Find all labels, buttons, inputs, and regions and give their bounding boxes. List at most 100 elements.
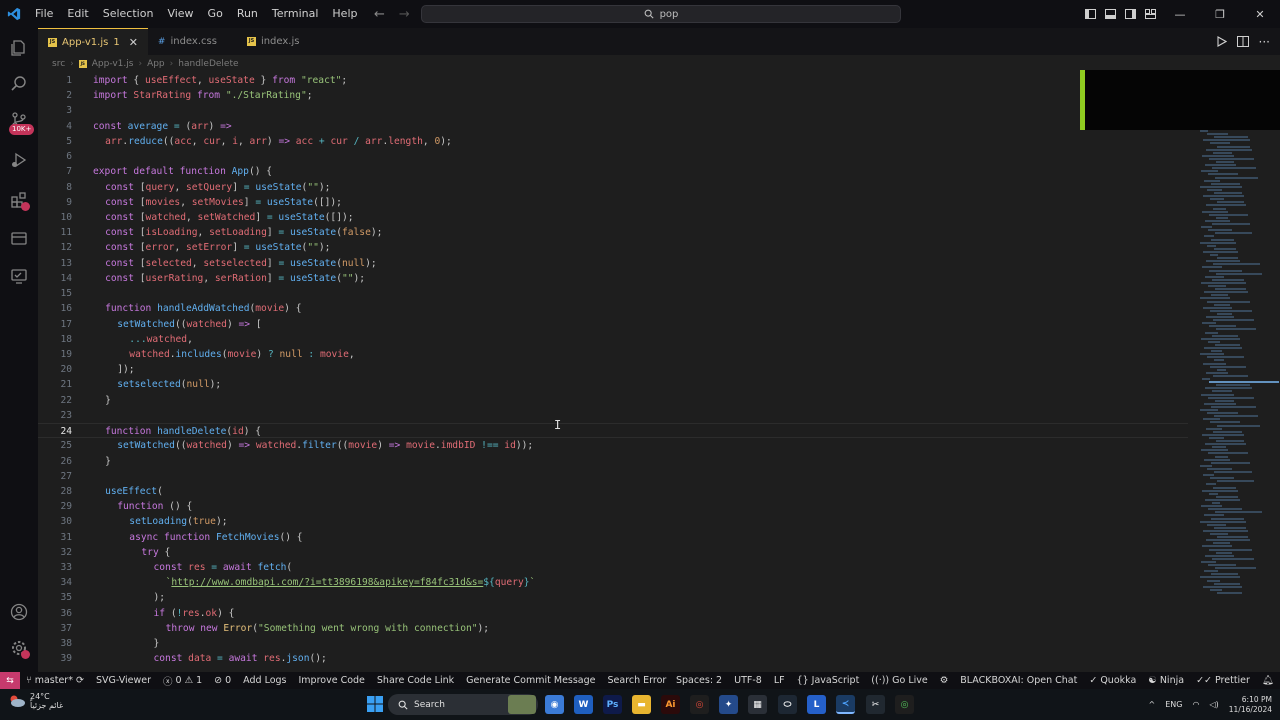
back-arrow-icon[interactable]: ←: [374, 7, 385, 22]
remote-explorer-icon[interactable]: [7, 226, 31, 250]
menu-help[interactable]: Help: [325, 0, 364, 28]
code-line[interactable]: 36 if (!res.ok) {: [38, 606, 1188, 621]
code-line[interactable]: 15: [38, 286, 1188, 301]
ninja-button[interactable]: ☯ Ninja: [1142, 675, 1190, 686]
menu-go[interactable]: Go: [201, 0, 230, 28]
settings-gear-icon[interactable]: [7, 636, 31, 660]
code-line[interactable]: 26}: [38, 454, 1188, 469]
chrome-app-icon[interactable]: ◎: [690, 695, 709, 714]
quokka-button[interactable]: ✓ Quokka: [1083, 675, 1142, 686]
run-file-icon[interactable]: [1216, 36, 1227, 47]
close-tab-icon[interactable]: ✕: [129, 36, 138, 49]
run-debug-icon[interactable]: [7, 148, 31, 172]
file-explorer-icon[interactable]: ▬: [632, 695, 651, 714]
chevron-up-icon[interactable]: ^: [1149, 700, 1156, 709]
menu-run[interactable]: Run: [230, 0, 265, 28]
problems-indicator[interactable]: ⓧ 0 ⚠ 1: [157, 674, 208, 688]
menu-file[interactable]: File: [28, 0, 60, 28]
more-actions-icon[interactable]: ···: [1259, 35, 1270, 49]
account-icon[interactable]: [7, 600, 31, 624]
ports-indicator[interactable]: ⊘ 0: [208, 675, 237, 686]
app-icon-l[interactable]: L: [807, 695, 826, 714]
code-line[interactable]: 17 setWatched((watched) => [: [38, 317, 1188, 332]
tab-index-js[interactable]: JS index.js: [227, 28, 310, 55]
minimap[interactable]: [1196, 130, 1280, 610]
notifications-bell-icon[interactable]: 🔔︎: [1256, 675, 1280, 686]
weather-widget[interactable]: 24°C غائم جزئياً: [8, 692, 63, 710]
menu-view[interactable]: View: [160, 0, 200, 28]
code-line[interactable]: 14 const [userRating, serRation] = useSta…: [38, 271, 1188, 286]
code-line[interactable]: 13 const [selected, setselected] = useSta…: [38, 256, 1188, 271]
code-line[interactable]: 22}: [38, 393, 1188, 408]
improve-code-button[interactable]: Improve Code: [293, 675, 371, 686]
eol-indicator[interactable]: LF: [768, 675, 791, 686]
code-line[interactable]: 6: [38, 149, 1188, 164]
code-line[interactable]: 39 const data = await res.json();: [38, 651, 1188, 666]
search-error-button[interactable]: Search Error: [602, 675, 673, 686]
code-line[interactable]: 9 const [movies, setMovies] = useState([]…: [38, 195, 1188, 210]
code-line[interactable]: 20]);: [38, 362, 1188, 377]
code-line[interactable]: 4 const average = (arr) =>: [38, 119, 1188, 134]
code-line[interactable]: 31 async function FetchMovies() {: [38, 530, 1188, 545]
copilot-icon[interactable]: ⚙: [934, 675, 955, 686]
media-app-icon[interactable]: ⬭: [778, 695, 797, 714]
toggle-sidebar-icon[interactable]: [1080, 0, 1100, 28]
customize-layout-icon[interactable]: [1140, 0, 1160, 28]
go-live-button[interactable]: ((·)) Go Live: [865, 675, 933, 686]
code-line[interactable]: 2 import StarRating from "./StarRating";: [38, 88, 1188, 103]
code-line[interactable]: 18 ...watched,: [38, 332, 1188, 347]
indentation-indicator[interactable]: Spaces: 2: [670, 675, 728, 686]
branch-indicator[interactable]: ⑂ master* ⟳: [20, 675, 90, 686]
menu-selection[interactable]: Selection: [96, 0, 161, 28]
tab-index-css[interactable]: # index.css: [148, 28, 227, 55]
code-line[interactable]: 5 arr.reduce((acc, cur, i, arr) => acc + …: [38, 134, 1188, 149]
close-window-icon[interactable]: ✕: [1240, 0, 1280, 28]
tab-app-v1-js[interactable]: JS App-v1.js 1 ✕: [38, 28, 148, 55]
breadcrumb-folder[interactable]: src: [52, 59, 65, 69]
photoshop-app-icon[interactable]: Ps: [603, 695, 622, 714]
command-center-search[interactable]: pop: [421, 5, 901, 23]
code-line[interactable]: 27: [38, 469, 1188, 484]
breadcrumb-file[interactable]: App-v1.js: [92, 59, 134, 69]
code-line[interactable]: 16 function handleAddWatched(movie) {: [38, 301, 1188, 316]
menu-terminal[interactable]: Terminal: [265, 0, 326, 28]
extensions-icon[interactable]: [7, 188, 31, 212]
code-line[interactable]: 12 const [error, setError] = useState("")…: [38, 240, 1188, 255]
code-line[interactable]: 3: [38, 103, 1188, 118]
code-line[interactable]: 25 setWatched((watched) => watched.filter…: [38, 438, 1188, 453]
vscode-taskbar-icon[interactable]: ≺: [836, 695, 855, 714]
code-line[interactable]: 23: [38, 408, 1188, 423]
code-line[interactable]: 10 const [watched, setWatched] = useState…: [38, 210, 1188, 225]
code-line[interactable]: 28 useEffect(: [38, 484, 1188, 499]
breadcrumb-symbol-handledelete[interactable]: handleDelete: [178, 59, 238, 69]
code-line[interactable]: 21 setselected(null);: [38, 377, 1188, 392]
windows-start-icon[interactable]: [366, 695, 384, 713]
remote-indicator-icon[interactable]: ⇆: [0, 672, 20, 689]
add-logs-button[interactable]: Add Logs: [237, 675, 292, 686]
breadcrumb-symbol-app[interactable]: App: [147, 59, 165, 69]
generate-commit-message-button[interactable]: Generate Commit Message: [460, 675, 601, 686]
illustrator-app-icon[interactable]: Ai: [661, 695, 680, 714]
code-line[interactable]: 35);: [38, 590, 1188, 605]
word-app-icon[interactable]: W: [574, 695, 593, 714]
testing-icon[interactable]: [7, 264, 31, 288]
menu-edit[interactable]: Edit: [60, 0, 95, 28]
code-line[interactable]: 11 const [isLoading, setLoading] = useSta…: [38, 225, 1188, 240]
toggle-secondary-sidebar-icon[interactable]: [1120, 0, 1140, 28]
copilot-app-icon[interactable]: ◉: [545, 695, 564, 714]
code-line[interactable]: 19 watched.includes(movie) ? null : movie…: [38, 347, 1188, 362]
toggle-panel-icon[interactable]: [1100, 0, 1120, 28]
code-line[interactable]: 30 setLoading(true);: [38, 514, 1188, 529]
code-line[interactable]: 1 import { useEffect, useState } from "re…: [38, 73, 1188, 88]
minimize-icon[interactable]: —: [1160, 0, 1200, 28]
encoding-indicator[interactable]: UTF-8: [728, 675, 768, 686]
code-line[interactable]: 7 export default function App() {: [38, 164, 1188, 179]
source-control-icon[interactable]: 10K+: [7, 108, 35, 135]
language-mode[interactable]: {} JavaScript: [791, 675, 866, 686]
code-line[interactable]: 38}: [38, 636, 1188, 651]
code-line[interactable]: 24 function handleDelete(id) {: [38, 423, 1188, 439]
app-icon-blue[interactable]: ✦: [719, 695, 738, 714]
chrome-app-icon-2[interactable]: ◎: [895, 695, 914, 714]
volume-icon[interactable]: ◁): [1209, 700, 1218, 709]
wifi-icon[interactable]: ◠: [1193, 700, 1200, 709]
